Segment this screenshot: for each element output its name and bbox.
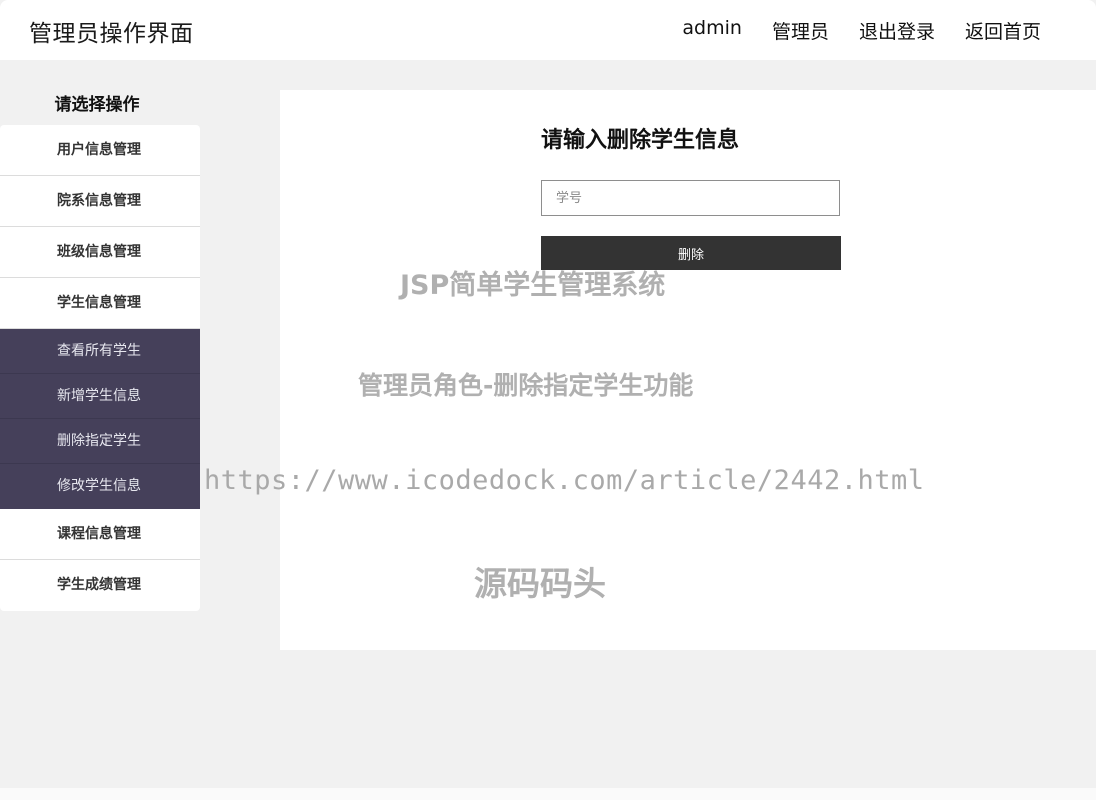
sidebar-item-course-management[interactable]: 课程信息管理 — [0, 509, 200, 560]
submenu-item-delete-student[interactable]: 删除指定学生 — [0, 419, 200, 464]
nav-home-link[interactable]: 返回首页 — [965, 17, 1041, 44]
main-panel: 请输入删除学生信息 删除 — [280, 90, 1096, 650]
nav-logout-link[interactable]: 退出登录 — [859, 17, 935, 44]
student-id-input[interactable] — [541, 180, 840, 216]
sidebar-title: 请选择操作 — [54, 95, 140, 115]
sidebar-item-department-management[interactable]: 院系信息管理 — [0, 176, 200, 227]
submenu-item-view-all-students[interactable]: 查看所有学生 — [0, 329, 200, 374]
sidebar: 用户信息管理 院系信息管理 班级信息管理 学生信息管理 查看所有学生 新增学生信… — [0, 125, 200, 611]
delete-button[interactable]: 删除 — [541, 236, 841, 270]
sidebar-item-grade-management[interactable]: 学生成绩管理 — [0, 560, 200, 611]
form-title: 请输入删除学生信息 — [541, 128, 740, 153]
sidebar-item-class-management[interactable]: 班级信息管理 — [0, 227, 200, 278]
bottom-strip — [0, 788, 1096, 800]
submenu-item-add-student[interactable]: 新增学生信息 — [0, 374, 200, 419]
top-header: 管理员操作界面 admin 管理员 退出登录 返回首页 — [0, 0, 1096, 60]
sidebar-item-student-management[interactable]: 学生信息管理 — [0, 278, 200, 329]
app-window: 管理员操作界面 admin 管理员 退出登录 返回首页 请选择操作 用户信息管理… — [0, 0, 1096, 788]
student-submenu: 查看所有学生 新增学生信息 删除指定学生 修改学生信息 — [0, 329, 200, 509]
submenu-item-edit-student[interactable]: 修改学生信息 — [0, 464, 200, 509]
sidebar-item-user-management[interactable]: 用户信息管理 — [0, 125, 200, 176]
app-title: 管理员操作界面 — [29, 21, 194, 47]
top-nav: admin 管理员 退出登录 返回首页 — [682, 17, 1041, 44]
nav-role[interactable]: 管理员 — [772, 17, 829, 44]
nav-username[interactable]: admin — [682, 17, 742, 44]
